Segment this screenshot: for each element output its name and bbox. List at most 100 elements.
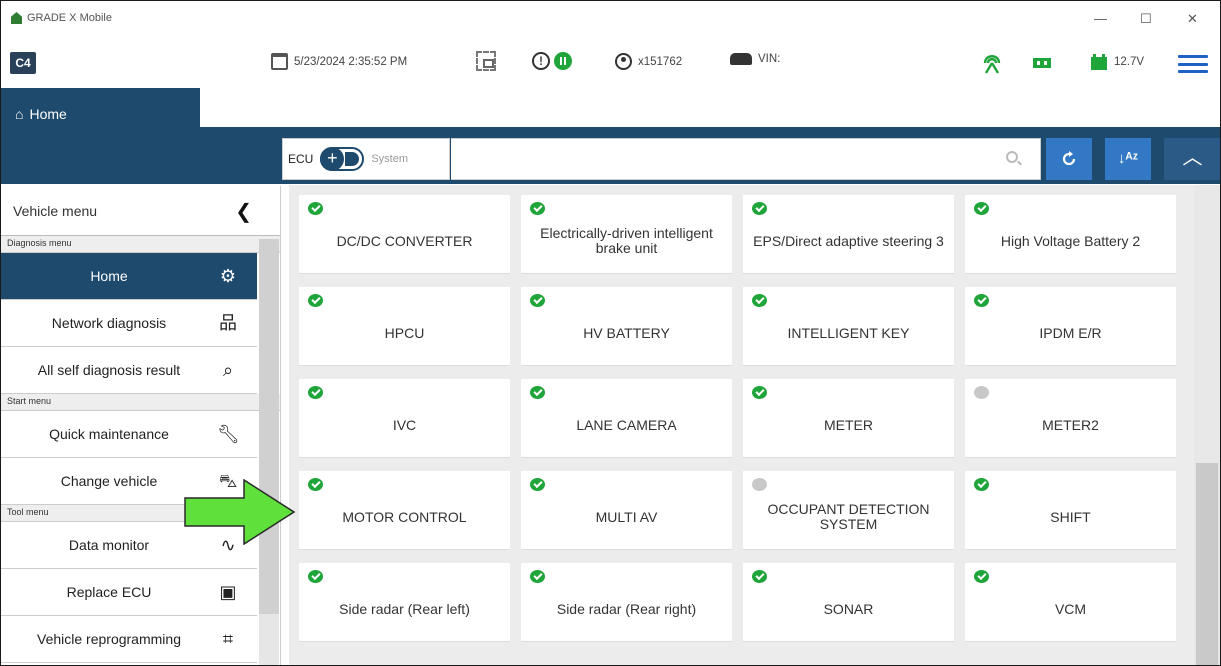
ecu-card-label: MOTOR CONTROL	[342, 508, 467, 525]
user-display: x151762	[615, 53, 682, 70]
tab-home-label: Home	[29, 106, 67, 122]
ecu-card-label: OCCUPANT DETECTION SYSTEM	[767, 501, 930, 532]
sidebar-item-label: Data monitor	[68, 537, 150, 553]
vi-device-icon	[1033, 58, 1051, 68]
search-car-icon: ⌕	[222, 360, 234, 380]
ecu-card-label: INTELLIGENT KEY	[787, 324, 910, 341]
sidebar-item-label: Replace ECU	[66, 584, 152, 600]
check-circle-icon	[974, 294, 989, 307]
sort-az-icon: ↓ᴬᶻ	[1117, 150, 1139, 167]
ecu-card[interactable]: Side radar (Rear left)	[299, 563, 510, 642]
user-icon	[615, 53, 632, 70]
home-icon: ⌂	[15, 106, 24, 122]
ecu-card-label: DC/DC CONVERTER	[336, 232, 473, 249]
sidebar-section-label: Diagnosis menu	[1, 236, 280, 253]
sort-button[interactable]: ↓ᴬᶻ	[1105, 138, 1151, 180]
refresh-icon	[1062, 151, 1076, 166]
ecu-label: ECU	[288, 152, 314, 166]
vin-label: VIN:	[758, 53, 781, 65]
sidebar-scroll-thumb[interactable]	[259, 239, 279, 614]
screenshot-button[interactable]	[476, 51, 496, 71]
vin-display: VIN:	[730, 53, 780, 65]
minimize-button[interactable]: —	[1094, 11, 1107, 26]
ecu-card[interactable]: IVC	[299, 379, 510, 458]
ecu-card-label: SHIFT	[1050, 508, 1091, 525]
sidebar-item[interactable]: Home ⚙	[1, 253, 257, 300]
refresh-button[interactable]	[1046, 138, 1092, 180]
sidebar-item-label: All self diagnosis result	[37, 362, 181, 378]
sidebar-item[interactable]: Network diagnosis 品	[1, 300, 257, 347]
ecu-card[interactable]: HPCU	[299, 287, 510, 366]
check-circle-icon	[530, 386, 545, 399]
ecu-card[interactable]: SHIFT	[965, 471, 1176, 550]
sidebar-section-label: Start menu	[1, 394, 280, 411]
ecu-card[interactable]: METER2	[965, 379, 1176, 458]
ecu-card[interactable]: DC/DC CONVERTER	[299, 195, 510, 274]
sidebar-item-label: Vehicle reprogramming	[37, 631, 181, 647]
screenshot-icon	[476, 51, 496, 71]
ecu-card-label: High Voltage Battery 2	[1000, 232, 1141, 249]
close-button[interactable]: ✕	[1187, 11, 1198, 27]
wrench-icon: 🔧︎	[217, 424, 240, 444]
vi-status[interactable]: !	[532, 52, 572, 70]
sidebar-item[interactable]: All self diagnosis result ⌕	[1, 347, 257, 394]
plus-icon: +	[320, 147, 345, 171]
grid-scroll-thumb[interactable]	[1196, 463, 1218, 665]
ecu-card[interactable]: EPS/Direct adaptive steering 3	[743, 195, 954, 274]
ecu-card-label: VCM	[1054, 600, 1087, 617]
battery-voltage: 12.7V	[1114, 56, 1145, 68]
ecu-card[interactable]: MOTOR CONTROL	[299, 471, 510, 550]
connection-status	[981, 51, 1003, 75]
sidebar: Vehicle menu ❮ Diagnosis menu Home ⚙ Networ…	[1, 186, 281, 665]
maximize-button[interactable]: ☐	[1140, 11, 1152, 27]
check-circle-icon	[752, 570, 767, 583]
ecu-card[interactable]: INTELLIGENT KEY	[743, 287, 954, 366]
sidebar-item[interactable]: Replace ECU ▣	[1, 569, 257, 616]
sidebar-item[interactable]: Quick maintenance 🔧︎	[1, 411, 257, 458]
check-circle-icon	[530, 570, 545, 583]
search-input[interactable]	[451, 138, 1041, 180]
c4-logo: C4	[10, 52, 36, 74]
check-circle-icon	[974, 202, 989, 215]
app-title: GRADE X Mobile	[11, 12, 112, 24]
ecu-card[interactable]: High Voltage Battery 2	[965, 195, 1176, 274]
ecu-system-toggle[interactable]: ECU + System	[282, 138, 450, 180]
battery-icon	[1091, 54, 1107, 70]
check-circle-icon	[974, 570, 989, 583]
ecu-card[interactable]: Electrically-driven intelligent brake un…	[521, 195, 732, 274]
app-title-text: GRADE X Mobile	[27, 12, 112, 24]
ecu-card[interactable]: SONAR	[743, 563, 954, 642]
ecu-card[interactable]: Side radar (Rear right)	[521, 563, 732, 642]
app-logo-icon	[11, 12, 22, 24]
ecu-card-label: METER	[824, 416, 873, 433]
reprogram-icon: ⌗	[222, 629, 234, 649]
ecu-card[interactable]: METER	[743, 379, 954, 458]
ecu-card[interactable]: HV BATTERY	[521, 287, 732, 366]
sidebar-title: Vehicle menu	[13, 202, 98, 219]
ecu-card-label: IPDM E/R	[1039, 324, 1102, 341]
sidebar-item-label: Quick maintenance	[49, 426, 169, 442]
system-label: System	[371, 153, 409, 165]
ecu-card[interactable]: IPDM E/R	[965, 287, 1176, 366]
ecu-card[interactable]: LANE CAMERA	[521, 379, 732, 458]
ecu-system-switch[interactable]: +	[320, 147, 365, 171]
inactive-status-icon	[752, 478, 767, 491]
collapse-sidebar-icon[interactable]: ❮	[235, 199, 252, 224]
hamburger-menu-icon[interactable]	[1178, 55, 1208, 73]
tab-home[interactable]: ⌂ Home	[1, 88, 200, 128]
collapse-button[interactable]: ︿	[1164, 138, 1220, 180]
datetime-text: 5/23/2024 2:35:52 PM	[294, 55, 408, 68]
pointer-arrow-annotation	[184, 479, 296, 545]
ecu-card-label: LANE CAMERA	[576, 416, 677, 433]
sidebar-item[interactable]: Vehicle reprogramming ⌗	[1, 616, 257, 663]
alert-icon: !	[532, 52, 550, 70]
search-icon[interactable]	[1006, 151, 1018, 163]
sidebar-header: Vehicle menu ❮	[1, 186, 280, 236]
wireless-icon	[983, 55, 1001, 74]
ecu-card[interactable]: VCM	[965, 563, 1176, 642]
check-circle-icon	[752, 202, 767, 215]
check-circle-icon	[974, 478, 989, 491]
ecu-card[interactable]: MULTI AV	[521, 471, 732, 550]
ecu-card[interactable]: OCCUPANT DETECTION SYSTEM	[743, 471, 954, 550]
check-circle-icon	[530, 294, 545, 307]
